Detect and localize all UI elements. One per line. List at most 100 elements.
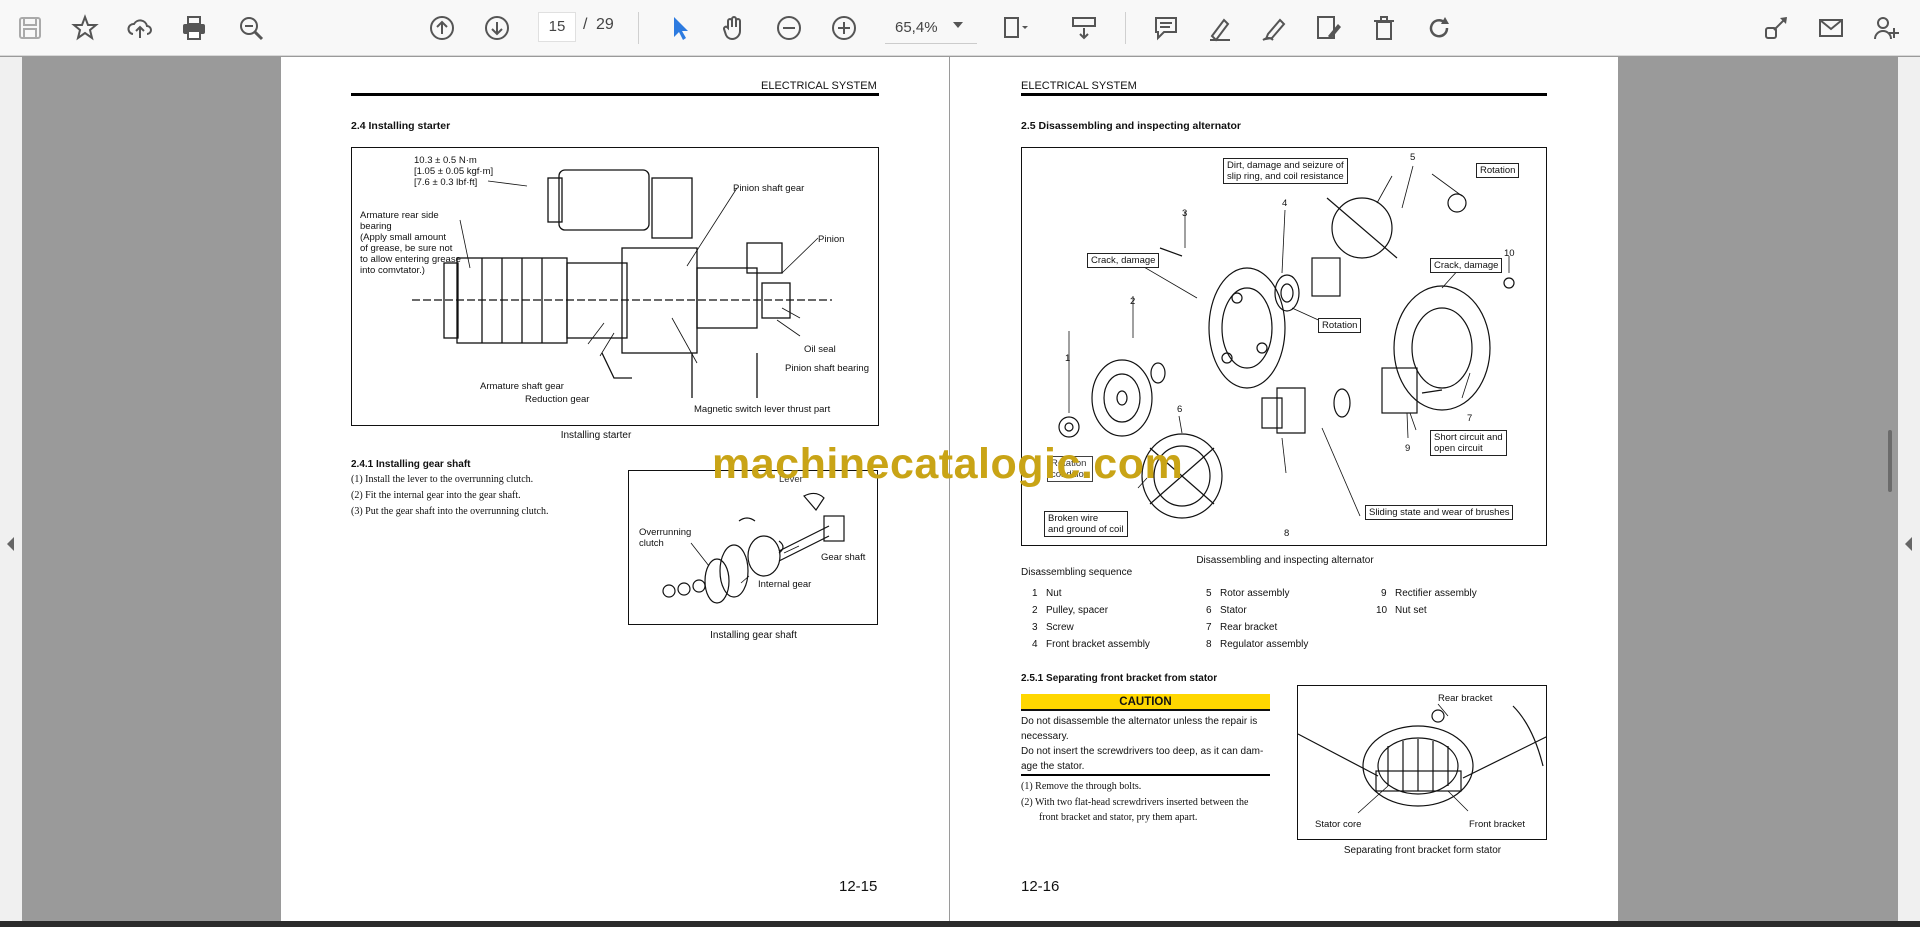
torque-callout-1: 10.3 ± 0.5 N·m <box>414 155 477 166</box>
sequence-number: 2 <box>1032 605 1038 616</box>
sequence-number: 4 <box>1032 639 1038 650</box>
sequence-number: 10 <box>1376 605 1388 616</box>
sequence-label: Stator <box>1220 605 1247 616</box>
pinion-shaft-bearing-callout: Pinion shaft bearing <box>785 363 869 374</box>
left-panel-rail[interactable] <box>0 57 22 921</box>
caution-text: age the stator. <box>1021 761 1085 772</box>
armature-bearing-callout: into comvtator.) <box>360 265 425 276</box>
rear-bracket-callout: Rear bracket <box>1438 693 1493 704</box>
callout-box-crack-damage: Crack, damage <box>1087 253 1160 268</box>
vertical-scrollbar-thumb[interactable] <box>1888 430 1892 492</box>
figure-caption: Disassembling and inspecting alternator <box>1196 555 1374 566</box>
callout-box-line: Dirt, damage and seizure of <box>1227 160 1344 171</box>
scroll-mode-icon[interactable] <box>1066 10 1102 46</box>
page-up-icon[interactable] <box>424 10 460 46</box>
gear-shaft-callout: Gear shaft <box>821 552 866 563</box>
page-total: 29 <box>596 16 614 33</box>
watermark: machinecatalogic.com <box>712 440 1184 488</box>
armature-bearing-callout: (Apply small amount <box>360 232 447 243</box>
pinion-shaft-gear-callout: Pinion shaft gear <box>733 183 805 194</box>
toolbar-divider <box>638 12 639 44</box>
delete-trash-icon[interactable] <box>1366 10 1402 46</box>
part-number: 2 <box>1130 296 1136 307</box>
fit-page-icon[interactable] <box>996 10 1032 46</box>
part-number: 8 <box>1284 528 1290 539</box>
torque-callout-3: [7.6 ± 0.3 lbf·ft] <box>414 177 478 188</box>
right-panel-rail[interactable] <box>1898 57 1920 921</box>
front-bracket-callout: Front bracket <box>1469 819 1525 830</box>
sequence-label: Nut set <box>1395 605 1427 616</box>
callout-box-rotation: Rotation <box>1476 163 1520 178</box>
sequence-number: 7 <box>1206 622 1212 633</box>
sequence-number: 6 <box>1206 605 1212 616</box>
running-header: ELECTRICAL SYSTEM <box>761 80 877 92</box>
page-number-input[interactable]: 15 <box>538 12 576 42</box>
part-number: 6 <box>1177 404 1183 415</box>
expand-right-arrow-icon[interactable] <box>1905 537 1912 551</box>
page-number: 12-16 <box>1021 878 1060 895</box>
bottom-bar <box>0 921 1920 927</box>
section-title: 2.5 Disassembling and inspecting alterna… <box>1021 120 1241 132</box>
callout-box-line: Broken wire <box>1048 513 1099 524</box>
reduction-gear-callout: Reduction gear <box>525 394 590 405</box>
zoom-level-select[interactable]: 65,4% <box>885 14 977 44</box>
overrunning-clutch-callout: clutch <box>639 538 664 549</box>
caution-text: Do not disassemble the alternator unless… <box>1021 716 1258 727</box>
running-header: ELECTRICAL SYSTEM <box>1021 80 1137 92</box>
toolbar: 15 / 29 65,4% <box>0 0 1920 56</box>
sequence-label: Rear bracket <box>1220 622 1278 633</box>
expand-left-arrow-icon[interactable] <box>7 537 14 551</box>
separating-figure: Rear bracket Stator core Front bracket <box>1297 685 1547 840</box>
step-item: (3) Put the gear shaft into the overrunn… <box>351 506 549 517</box>
highlight-pen-icon[interactable] <box>1202 10 1238 46</box>
email-icon[interactable] <box>1813 10 1849 46</box>
step-item: (2) Fit the internal gear into the gear … <box>351 490 521 501</box>
sequence-number: 3 <box>1032 622 1038 633</box>
callout-box-line: Short circuit and <box>1434 432 1503 443</box>
armature-bearing-callout: to allow entering grease <box>360 254 461 265</box>
step-item: (2) With two flat-head screwdrivers inse… <box>1021 797 1249 808</box>
bookmark-star-icon[interactable] <box>67 10 103 46</box>
sequence-number: 8 <box>1206 639 1212 650</box>
hand-pan-icon[interactable] <box>716 10 752 46</box>
callout-box-crack-damage: Crack, damage <box>1430 258 1503 273</box>
chevron-down-icon[interactable] <box>953 22 963 28</box>
oil-seal-callout: Oil seal <box>804 344 836 355</box>
step-item: (1) Remove the through bolts. <box>1021 781 1142 792</box>
part-number: 9 <box>1405 443 1411 454</box>
armature-bearing-callout: of grease, be sure not <box>360 243 453 254</box>
print-icon[interactable] <box>176 10 212 46</box>
subsection-title: 2.4.1 Installing gear shaft <box>351 459 471 470</box>
page-number: 12-15 <box>839 878 878 895</box>
part-number: 10 <box>1504 248 1515 259</box>
comment-icon[interactable] <box>1148 10 1184 46</box>
header-rule <box>1021 93 1547 96</box>
sequence-title: Disassembling sequence <box>1021 567 1133 578</box>
add-user-icon[interactable] <box>1868 10 1904 46</box>
torque-callout-2: [1.05 ± 0.05 kgf·m] <box>414 166 494 177</box>
callout-box-line: open circuit <box>1434 443 1483 454</box>
caution-text: necessary. <box>1021 731 1069 742</box>
upload-cloud-icon[interactable] <box>122 10 158 46</box>
page-down-icon[interactable] <box>479 10 515 46</box>
section-title: 2.4 Installing starter <box>351 120 451 132</box>
starter-figure: 10.3 ± 0.5 N·m [1.05 ± 0.05 kgf·m] [7.6 … <box>351 147 879 426</box>
zoom-search-icon[interactable] <box>233 10 269 46</box>
sequence-label: Pulley, spacer <box>1046 605 1109 616</box>
figure-caption: Installing starter <box>560 430 632 441</box>
separating-drawing <box>1298 703 1546 814</box>
save-icon[interactable] <box>12 10 48 46</box>
share-link-icon[interactable] <box>1758 10 1794 46</box>
caution-banner: CAUTION <box>1021 694 1270 711</box>
step-item: (1) Install the lever to the overrunning… <box>351 474 534 485</box>
header-rule <box>351 93 879 96</box>
callout-box-rotation: Rotation <box>1318 318 1362 333</box>
sequence-number: 9 <box>1381 588 1387 599</box>
zoom-in-icon[interactable] <box>826 10 862 46</box>
redo-icon[interactable] <box>1421 10 1457 46</box>
draw-pen-icon[interactable] <box>1256 10 1292 46</box>
select-cursor-icon[interactable] <box>662 10 698 46</box>
part-number: 7 <box>1467 413 1473 424</box>
zoom-out-icon[interactable] <box>771 10 807 46</box>
edit-sign-icon[interactable] <box>1310 10 1346 46</box>
